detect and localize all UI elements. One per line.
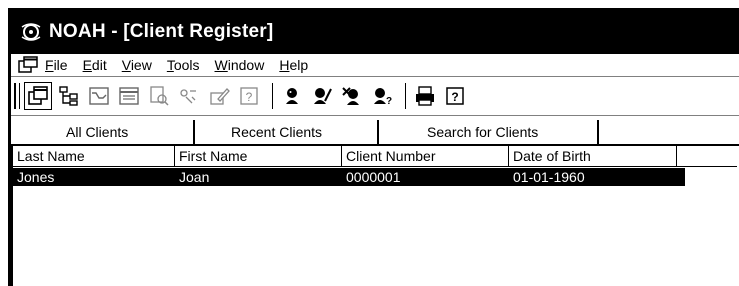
menu-window[interactable]: Window	[215, 57, 265, 73]
toolbar-separator	[272, 83, 273, 109]
column-header-last-name[interactable]: Last Name	[13, 146, 175, 167]
form-icon	[119, 87, 139, 105]
edit-button[interactable]	[206, 83, 232, 109]
tab-search-for-clients[interactable]: Search for Clients	[427, 124, 538, 140]
help-icon: ?	[240, 87, 258, 105]
svg-text:?: ?	[246, 90, 253, 104]
document-window-icon[interactable]	[17, 56, 39, 74]
cell-first-name: Joan	[179, 169, 210, 185]
client-list: Last Name First Name Client Number Date …	[11, 144, 739, 286]
column-header-first-name[interactable]: First Name	[175, 146, 342, 167]
client-search-button[interactable]: ?	[369, 83, 395, 109]
print-preview-icon	[150, 86, 169, 106]
toolbar-grip[interactable]	[14, 83, 20, 109]
tab-divider	[193, 120, 195, 146]
cell-date-of-birth: 01-01-1960	[513, 169, 585, 185]
tab-divider	[597, 120, 599, 146]
column-header-client-number[interactable]: Client Number	[342, 146, 509, 167]
client-delete-button[interactable]	[339, 83, 365, 109]
context-help-button[interactable]: ?	[442, 83, 468, 109]
menu-help[interactable]: Help	[279, 57, 308, 73]
cell-last-name: Jones	[17, 169, 55, 185]
transfer-button[interactable]	[176, 83, 202, 109]
help-button[interactable]: ?	[236, 83, 262, 109]
tab-divider	[377, 120, 379, 146]
cell-client-number: 0000001	[346, 169, 401, 185]
context-help-icon: ?	[446, 87, 464, 105]
client-tabs: All Clients Recent Clients Search for Cl…	[11, 116, 739, 146]
client-button[interactable]	[279, 83, 305, 109]
list-header: Last Name First Name Client Number Date …	[11, 144, 739, 168]
list-body: Jones Joan 0000001 01-01-1960	[11, 168, 739, 286]
menu-edit[interactable]: Edit	[83, 57, 107, 73]
client-edit-button[interactable]	[309, 83, 335, 109]
svg-text:?: ?	[386, 96, 392, 107]
client-search-icon: ?	[374, 88, 392, 107]
transfer-icon	[180, 89, 196, 104]
app-window: NOAH - [Client Register] File Edit View …	[8, 8, 739, 286]
chart-icon	[89, 87, 109, 105]
client-delete-icon	[342, 87, 359, 105]
menu-file[interactable]: File	[45, 57, 68, 73]
edit-icon	[210, 88, 230, 105]
menu-tools[interactable]: Tools	[167, 57, 200, 73]
window-title: NOAH - [Client Register]	[49, 21, 274, 42]
form-button[interactable]	[116, 83, 142, 109]
table-row[interactable]: Jones Joan 0000001 01-01-1960	[13, 168, 685, 186]
column-header-date-of-birth[interactable]: Date of Birth	[509, 146, 677, 167]
noah-app-icon	[21, 23, 41, 41]
menu-view[interactable]: View	[122, 57, 152, 73]
column-header-filler	[677, 146, 737, 167]
open-button[interactable]	[24, 82, 52, 110]
toolbar: ? ? ?	[11, 76, 739, 116]
svg-text:?: ?	[451, 90, 458, 104]
print-button[interactable]	[412, 83, 438, 109]
client-icon	[286, 88, 298, 104]
open-icon	[28, 86, 48, 105]
printer-icon	[416, 86, 434, 106]
tab-all-clients[interactable]: All Clients	[66, 124, 128, 140]
title-bar[interactable]: NOAH - [Client Register]	[11, 10, 739, 54]
tree-button[interactable]	[56, 83, 82, 109]
chart-button[interactable]	[86, 83, 112, 109]
print-preview-button[interactable]	[146, 83, 172, 109]
tree-icon	[59, 86, 78, 106]
menu-bar: File Edit View Tools Window Help	[11, 54, 739, 76]
client-edit-icon	[314, 88, 332, 104]
tab-recent-clients[interactable]: Recent Clients	[231, 124, 322, 140]
toolbar-separator	[405, 83, 406, 109]
